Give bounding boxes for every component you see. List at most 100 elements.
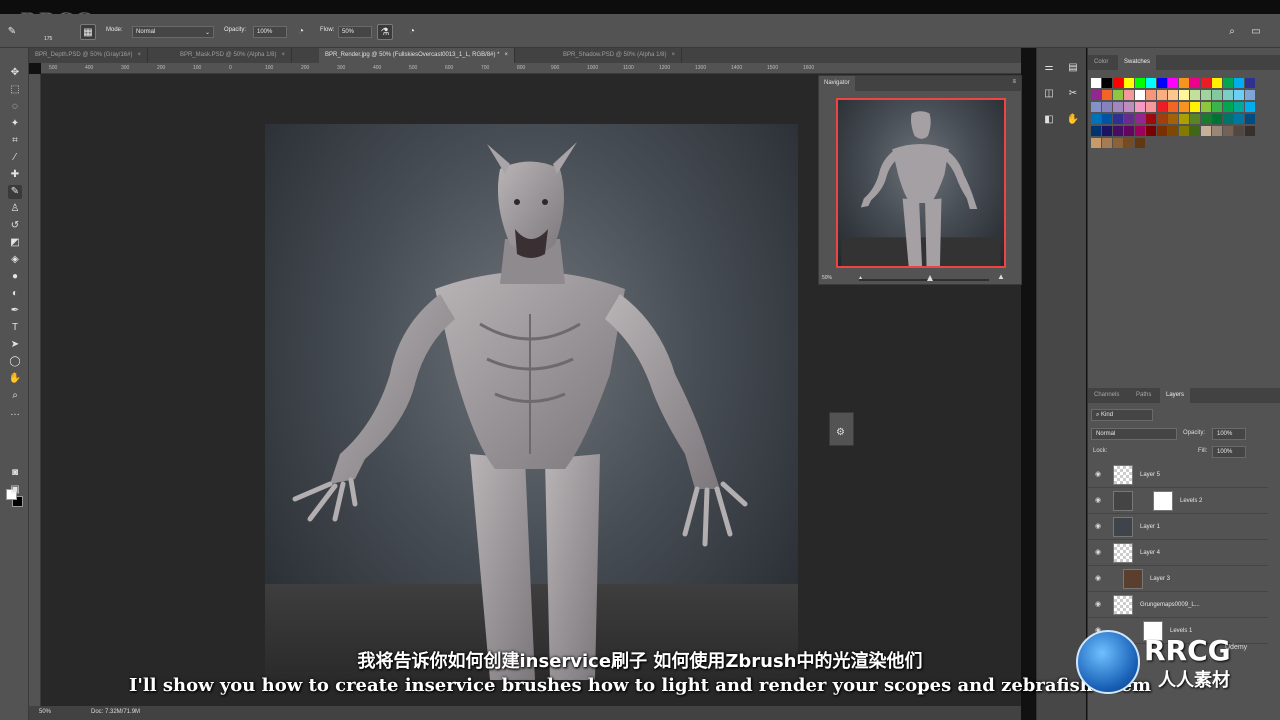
color-swatch[interactable] <box>1190 126 1200 136</box>
color-swatch[interactable] <box>1124 90 1134 100</box>
paint-bucket-icon[interactable]: ◈ <box>8 253 22 267</box>
eraser-icon[interactable]: ◩ <box>8 236 22 250</box>
color-swatch[interactable] <box>1223 78 1233 88</box>
color-swatch[interactable] <box>1212 126 1222 136</box>
color-swatch[interactable] <box>1212 90 1222 100</box>
hand-tool-icon[interactable]: ✋ <box>8 372 22 386</box>
color-swatch[interactable] <box>1190 102 1200 112</box>
color-swatch[interactable] <box>1157 90 1167 100</box>
color-swatch[interactable] <box>1102 102 1112 112</box>
color-swatch[interactable] <box>1102 138 1112 148</box>
history-brush-icon[interactable]: ↺ <box>8 219 22 233</box>
color-swatch[interactable] <box>1135 102 1145 112</box>
color-swatch[interactable] <box>1212 78 1222 88</box>
document-tab-active[interactable]: BPR_Render.jpg @ 50% (FullskiesOvercast0… <box>319 48 516 63</box>
layer-row[interactable]: ◉ Grungemaps0009_L... <box>1088 592 1268 618</box>
document-tab[interactable]: BPR_Mask.PSD @ 50% (Alpha 1/8) × <box>174 48 292 63</box>
color-swatch[interactable] <box>1146 90 1156 100</box>
color-swatch[interactable] <box>1124 126 1134 136</box>
color-swatch[interactable] <box>1234 90 1244 100</box>
layer-row[interactable]: ◉ Layer 4 <box>1088 540 1268 566</box>
color-swatch[interactable] <box>1223 102 1233 112</box>
document-canvas-image[interactable] <box>265 124 798 680</box>
color-swatch[interactable] <box>1124 102 1134 112</box>
color-swatch[interactable] <box>1179 114 1189 124</box>
color-swatch[interactable] <box>1245 114 1255 124</box>
tab-layers[interactable]: Layers <box>1160 388 1191 403</box>
color-swatch[interactable] <box>1223 126 1233 136</box>
color-swatch[interactable] <box>1113 102 1123 112</box>
pressure-opacity-icon[interactable]: ◔ <box>293 24 309 40</box>
color-swatch[interactable] <box>1168 90 1178 100</box>
lasso-tool-icon[interactable]: ◌ <box>8 100 22 114</box>
color-swatch[interactable] <box>1102 90 1112 100</box>
path-selection-icon[interactable]: ➤ <box>8 338 22 352</box>
navigator-zoom-value[interactable]: 50% <box>822 275 832 281</box>
close-icon[interactable]: × <box>137 52 141 58</box>
color-swatch[interactable] <box>1124 78 1134 88</box>
marquee-tool-icon[interactable]: ⬚ <box>8 83 22 97</box>
pressure-size-icon[interactable]: ◔ <box>404 24 420 40</box>
eye-icon[interactable]: ◉ <box>1095 574 1101 582</box>
zoom-slider-handle[interactable] <box>927 275 933 281</box>
tab-swatches[interactable]: Swatches <box>1118 55 1157 70</box>
opacity-input[interactable]: 100% <box>253 26 287 38</box>
panel-menu-icon[interactable]: ≡ <box>1012 79 1016 85</box>
airbrush-icon[interactable]: ⚗ <box>377 24 393 40</box>
color-swatch[interactable] <box>1223 114 1233 124</box>
flow-input[interactable]: 50% <box>338 26 372 38</box>
color-swatch[interactable] <box>1179 102 1189 112</box>
layer-row[interactable]: ◉ Layer 5 <box>1088 462 1268 488</box>
color-swatch[interactable] <box>1146 78 1156 88</box>
zoom-in-icon[interactable]: ▲ <box>997 272 1005 281</box>
quick-mask-icon[interactable]: ◙ <box>8 466 22 480</box>
layer-row[interactable]: ◉ Levels 2 <box>1088 488 1268 514</box>
color-swatch[interactable] <box>1157 102 1167 112</box>
brush-tool-preset-icon[interactable]: ✎ <box>4 24 20 40</box>
color-swatch[interactable] <box>1201 90 1211 100</box>
more-tools-icon[interactable]: … <box>8 406 22 420</box>
color-swatch[interactable] <box>1157 114 1167 124</box>
brush-settings-icon[interactable]: ◧ <box>1041 112 1057 128</box>
close-icon[interactable]: × <box>505 52 509 58</box>
color-swatch[interactable] <box>1091 102 1101 112</box>
close-icon[interactable]: × <box>671 52 675 58</box>
color-swatch[interactable] <box>1168 114 1178 124</box>
blend-mode-select[interactable]: Normal <box>1091 428 1177 440</box>
color-swatch[interactable] <box>1234 102 1244 112</box>
color-swatch[interactable] <box>1091 78 1101 88</box>
magic-wand-icon[interactable]: ✦ <box>8 117 22 131</box>
color-swatch[interactable] <box>1124 114 1134 124</box>
color-swatch[interactable] <box>1212 102 1222 112</box>
color-swatch[interactable] <box>1212 114 1222 124</box>
move-tool-icon[interactable]: ✥ <box>8 66 22 80</box>
color-swatch[interactable] <box>1168 102 1178 112</box>
document-tab[interactable]: BPR_Shadow.PSD @ 50% (Alpha 1/8) × <box>557 48 682 63</box>
color-swatch[interactable] <box>1157 126 1167 136</box>
clone-stamp-icon[interactable]: ♙ <box>8 202 22 216</box>
libraries-icon[interactable]: ▤ <box>1065 60 1081 76</box>
eye-icon[interactable]: ◉ <box>1095 470 1101 478</box>
color-swatch[interactable] <box>1146 126 1156 136</box>
mode-select[interactable]: Normal ⌄ <box>132 26 214 38</box>
navigator-zoom-slider[interactable] <box>859 279 989 281</box>
color-swatch[interactable] <box>1234 78 1244 88</box>
zoom-tool-icon[interactable]: ⌕ <box>8 389 22 403</box>
workspace-icon[interactable]: ▭ <box>1248 24 1264 40</box>
tab-color[interactable]: Color <box>1088 55 1114 70</box>
eye-icon[interactable]: ◉ <box>1095 600 1101 608</box>
clone-source-icon[interactable]: ✋ <box>1065 112 1081 128</box>
color-swatch[interactable] <box>1179 90 1189 100</box>
pen-tool-icon[interactable]: ✒ <box>8 304 22 318</box>
color-swatch[interactable] <box>1157 78 1167 88</box>
navigator-title[interactable]: Navigator <box>819 76 855 91</box>
color-swatch[interactable] <box>1245 126 1255 136</box>
color-swatch[interactable] <box>1113 90 1123 100</box>
layer-row[interactable]: ◉ Layer 1 <box>1088 514 1268 540</box>
fill-input[interactable]: 100% <box>1212 446 1246 458</box>
color-swatch[interactable] <box>1102 114 1112 124</box>
color-swatch[interactable] <box>1168 78 1178 88</box>
color-swatch[interactable] <box>1201 102 1211 112</box>
history-icon[interactable]: ◫ <box>1041 86 1057 102</box>
color-swatch[interactable] <box>1135 138 1145 148</box>
